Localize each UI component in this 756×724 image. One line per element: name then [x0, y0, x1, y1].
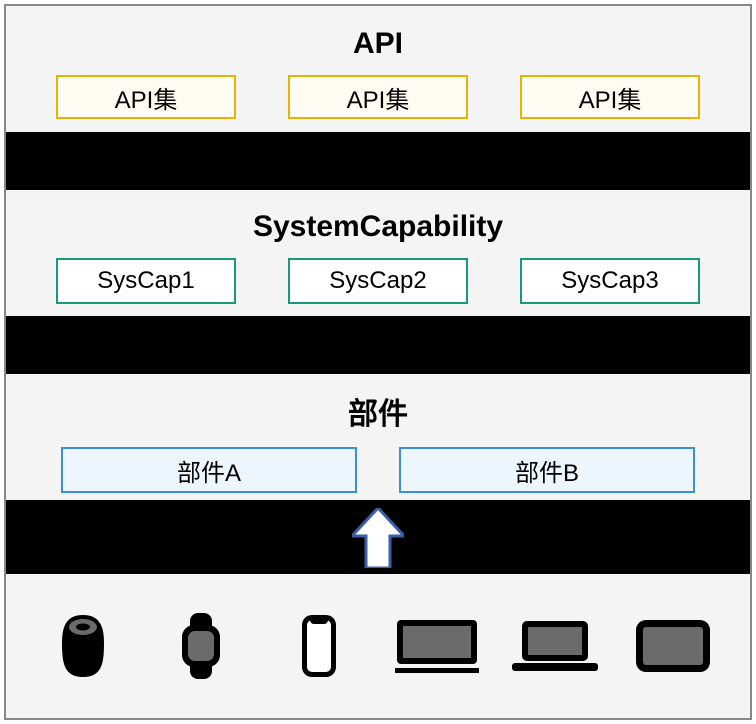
devices-row: [6, 574, 750, 718]
arrow-spacer: [6, 500, 750, 574]
spacer: [6, 316, 750, 374]
part-items-row: 部件A 部件B: [61, 447, 695, 493]
device-laptop-icon: [510, 609, 600, 683]
diagram-frame: API API集 API集 API集 SystemCapability SysC…: [4, 4, 752, 720]
device-phone-icon: [274, 609, 364, 683]
syscap-box: SysCap1: [56, 258, 236, 304]
device-tv-icon: [392, 609, 482, 683]
part-box: 部件A: [61, 447, 357, 493]
api-layer-title: API: [353, 27, 403, 61]
api-box: API集: [56, 75, 236, 119]
syscap-box: SysCap2: [288, 258, 468, 304]
part-layer: 部件 部件A 部件B: [6, 374, 750, 500]
device-watch-icon: [156, 609, 246, 683]
api-box: API集: [520, 75, 700, 119]
api-box: API集: [288, 75, 468, 119]
api-items-row: API集 API集 API集: [56, 75, 700, 119]
arrow-up-icon: [352, 508, 404, 568]
syscap-items-row: SysCap1 SysCap2 SysCap3: [56, 258, 700, 304]
device-tablet-icon: [628, 609, 718, 683]
device-speaker-icon: [38, 609, 128, 683]
syscap-box: SysCap3: [520, 258, 700, 304]
api-layer: API API集 API集 API集: [6, 6, 750, 132]
part-box: 部件B: [399, 447, 695, 493]
devices-layer: [6, 574, 750, 718]
syscap-layer-title: SystemCapability: [253, 210, 503, 244]
part-layer-title: 部件: [348, 389, 408, 433]
syscap-layer: SystemCapability SysCap1 SysCap2 SysCap3: [6, 190, 750, 316]
spacer: [6, 132, 750, 190]
